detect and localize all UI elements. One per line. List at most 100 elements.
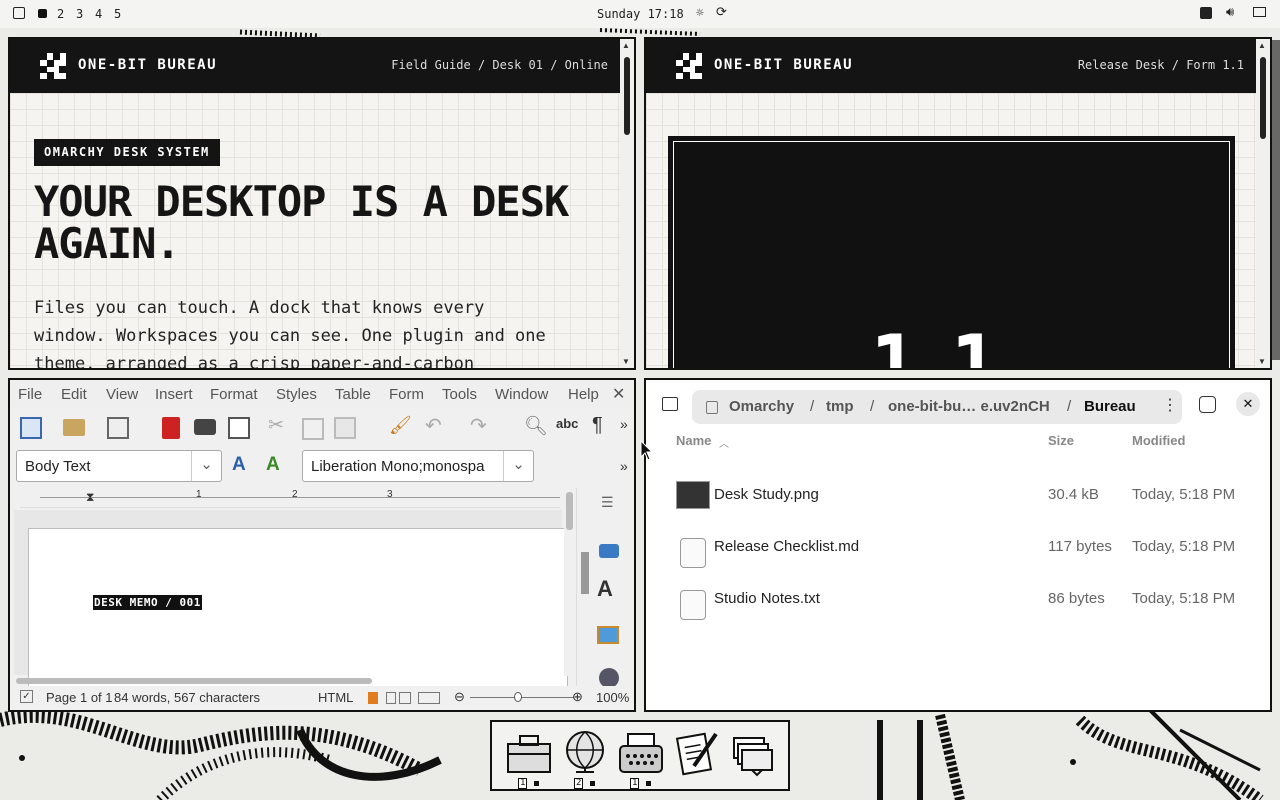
volume-icon[interactable]: 🔊︎: [1226, 5, 1234, 20]
column-header-modified[interactable]: Modified: [1132, 433, 1185, 448]
notepad-pen-icon[interactable]: [672, 728, 722, 778]
workspace-1-active-indicator[interactable]: [38, 9, 47, 18]
single-page-view-icon[interactable]: [386, 692, 396, 704]
spelling-icon[interactable]: abc: [556, 416, 578, 438]
path-segment-tmp[interactable]: tmp: [826, 398, 854, 415]
menu-edit[interactable]: Edit: [61, 386, 87, 403]
path-segment-bureau-tmp[interactable]: one-bit-bu… e.uv2nCH: [888, 398, 1050, 415]
page-scrollbar[interactable]: ▲ ▼: [620, 39, 634, 368]
navigator-icon[interactable]: [599, 668, 619, 688]
properties-icon[interactable]: [599, 544, 619, 558]
omarchy-menu-icon[interactable]: [13, 7, 25, 19]
clock[interactable]: Sunday 17:18: [597, 7, 684, 21]
file-row[interactable]: Studio Notes.txt 86 bytes Today, 5:18 PM: [646, 574, 1270, 626]
sidebar-collapse-handle[interactable]: [581, 552, 589, 594]
close-window-button[interactable]: ✕: [1236, 392, 1260, 416]
styles-icon[interactable]: A: [597, 576, 613, 602]
export-pdf-icon[interactable]: [162, 417, 180, 439]
brightness-icon[interactable]: ☼: [696, 6, 704, 21]
site-breadcrumb[interactable]: Field Guide / Desk 01 / Online: [391, 58, 608, 72]
globe-icon[interactable]: [560, 728, 610, 778]
search-icon[interactable]: [1199, 396, 1216, 413]
sync-icon[interactable]: ⟳: [716, 5, 727, 20]
file-row[interactable]: Release Checklist.md 117 bytes Today, 5:…: [646, 522, 1270, 574]
file-manager-window[interactable]: Omarchy / tmp / one-bit-bu… e.uv2nCH / B…: [644, 378, 1272, 712]
workspace-5[interactable]: 5: [114, 7, 121, 21]
chevron-down-icon[interactable]: ⌄: [503, 451, 533, 481]
new-document-icon[interactable]: [20, 417, 42, 439]
zoom-slider-handle[interactable]: [514, 692, 522, 702]
copy-icon[interactable]: [302, 418, 324, 440]
path-menu-icon[interactable]: ⋮: [1162, 395, 1178, 415]
word-count[interactable]: 84 words, 567 characters: [114, 690, 260, 705]
menu-table[interactable]: Table: [335, 386, 371, 403]
paste-icon[interactable]: [334, 417, 356, 439]
path-segment-bureau[interactable]: Bureau: [1084, 398, 1136, 415]
menu-form[interactable]: Form: [389, 386, 424, 403]
font-name-select[interactable]: Liberation Mono;monospa ⌄: [302, 450, 534, 482]
horizontal-ruler[interactable]: ⧗ 1 2 3: [20, 488, 560, 508]
menu-insert[interactable]: Insert: [155, 386, 193, 403]
multi-page-view-icon[interactable]: [399, 692, 411, 704]
sidebar-menu-icon[interactable]: ☰: [601, 494, 614, 511]
doc-mode[interactable]: HTML: [318, 690, 353, 705]
document-horizontal-scrollbar[interactable]: [14, 676, 574, 686]
clone-formatting-icon[interactable]: 🖌︎: [389, 415, 412, 437]
menu-view[interactable]: View: [106, 386, 138, 403]
menu-window[interactable]: Window: [495, 386, 548, 403]
libreoffice-writer-window[interactable]: File Edit View Insert Format Styles Tabl…: [8, 378, 636, 712]
file-row[interactable]: Desk Study.png 30.4 kB Today, 5:18 PM: [646, 470, 1270, 522]
indent-marker-icon[interactable]: ⧗: [86, 490, 94, 505]
network-icon[interactable]: [1253, 7, 1266, 17]
toolbar-overflow-icon[interactable]: »: [620, 458, 634, 480]
typewriter-icon[interactable]: [616, 728, 666, 778]
browser-window-release-desk[interactable]: ONE-BIT BUREAU Release Desk / Form 1.1 1…: [644, 37, 1272, 370]
gallery-icon[interactable]: [597, 626, 619, 644]
book-view-icon[interactable]: [418, 692, 440, 704]
doc-modified-icon[interactable]: ✓: [20, 690, 33, 703]
redo-icon[interactable]: ↷: [470, 413, 492, 437]
menu-tools[interactable]: Tools: [442, 386, 477, 403]
close-document-icon[interactable]: ✕: [612, 384, 625, 404]
doc-text-selected[interactable]: DESK MEMO / 001: [93, 595, 202, 610]
browser-window-field-guide[interactable]: ONE-BIT BUREAU Field Guide / Desk 01 / O…: [8, 37, 636, 370]
zoom-out-icon[interactable]: ⊖: [454, 689, 465, 705]
zoom-level[interactable]: 100%: [596, 690, 629, 705]
new-style-icon[interactable]: A: [266, 454, 288, 476]
zoom-in-icon[interactable]: ⊕: [572, 689, 583, 705]
document-vertical-scrollbar[interactable]: [564, 488, 576, 676]
undo-icon[interactable]: ↶: [425, 413, 447, 437]
site-brand[interactable]: ONE-BIT BUREAU: [78, 57, 217, 73]
workspace-4[interactable]: 4: [95, 7, 102, 21]
open-folder-icon[interactable]: [63, 419, 85, 436]
update-style-icon[interactable]: A: [232, 454, 254, 476]
print-preview-icon[interactable]: [228, 417, 250, 439]
menu-format[interactable]: Format: [210, 386, 258, 403]
toolbar-overflow-icon[interactable]: »: [620, 416, 634, 438]
paragraph-style-select[interactable]: Body Text ⌄: [16, 450, 222, 482]
site-brand[interactable]: ONE-BIT BUREAU: [714, 57, 853, 73]
menu-help[interactable]: Help: [568, 386, 599, 403]
formatting-marks-icon[interactable]: ¶: [592, 414, 614, 436]
tray-app-icon[interactable]: [1200, 7, 1212, 19]
path-segment-omarchy[interactable]: Omarchy: [729, 398, 794, 415]
sidebar-toggle-icon[interactable]: [662, 397, 678, 411]
menu-file[interactable]: File: [18, 386, 42, 403]
cut-icon[interactable]: ✂: [268, 414, 290, 436]
card-file-icon[interactable]: [728, 728, 778, 778]
save-icon[interactable]: [107, 417, 129, 439]
zoom-slider[interactable]: [470, 697, 574, 698]
document-page[interactable]: DESK MEMO / 001: [28, 528, 568, 688]
find-replace-icon[interactable]: 🔍︎: [524, 414, 548, 437]
selection-mode-icon[interactable]: [368, 692, 378, 704]
column-header-size[interactable]: Size: [1048, 433, 1074, 448]
workspace-3[interactable]: 3: [76, 7, 83, 21]
briefcase-icon[interactable]: [504, 728, 554, 778]
page-scrollbar[interactable]: ▲ ▼: [1256, 39, 1270, 368]
page-count[interactable]: Page 1 of 1: [46, 690, 113, 705]
menu-styles[interactable]: Styles: [276, 386, 317, 403]
column-header-name[interactable]: Name: [676, 433, 711, 448]
site-breadcrumb[interactable]: Release Desk / Form 1.1: [1078, 58, 1244, 72]
workspace-2[interactable]: 2: [57, 7, 64, 21]
chevron-down-icon[interactable]: ⌄: [191, 451, 221, 481]
